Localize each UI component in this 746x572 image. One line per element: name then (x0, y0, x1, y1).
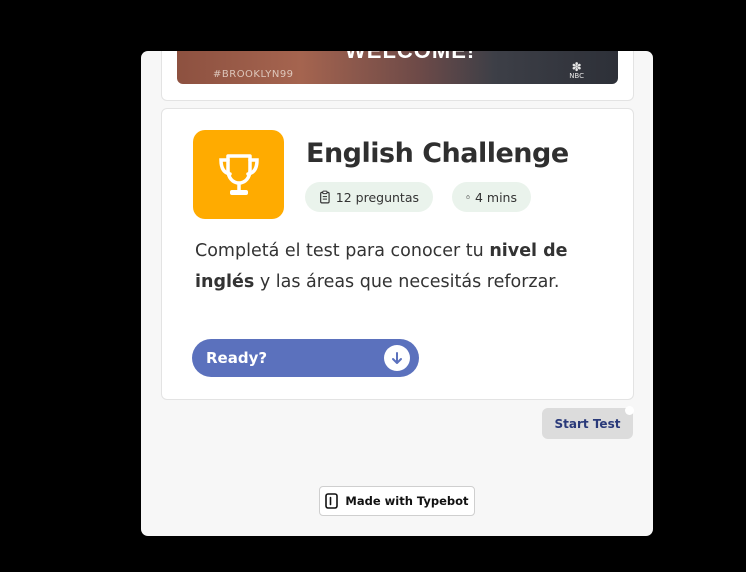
ready-button[interactable]: Ready? (192, 339, 419, 377)
challenge-card: English Challenge 12 preguntas 4 mins Co… (161, 108, 634, 400)
description-text: Completá el test para conocer tu (195, 241, 490, 261)
chat-panel: WELCOME! #BROOKLYN99 ✽ NBC English Chall… (141, 51, 653, 536)
typebot-logo-icon (325, 493, 339, 509)
questions-chip: 12 preguntas (305, 182, 433, 212)
peacock-icon: ✽ (571, 60, 582, 74)
trophy-badge (193, 130, 284, 219)
card-title: English Challenge (306, 138, 569, 169)
media-bubble: WELCOME! #BROOKLYN99 ✽ NBC (161, 51, 634, 101)
arrow-down-icon (392, 352, 402, 364)
start-test-button[interactable]: Start Test (542, 408, 633, 439)
trophy-icon (218, 153, 259, 195)
questions-count: 12 preguntas (335, 189, 419, 205)
notification-dot (625, 406, 634, 415)
description-text-end: y las áreas que necesitás reforzar. (254, 271, 560, 292)
card-description: Completá el test para conocer tu nivel d… (195, 236, 595, 297)
arrow-down-circle (384, 345, 410, 371)
brooklyn99-gif: WELCOME! #BROOKLYN99 ✽ NBC (177, 51, 618, 84)
stopwatch-icon (466, 195, 470, 199)
gif-overlay-text: WELCOME! (345, 51, 475, 64)
duration-chip: 4 mins (452, 182, 531, 212)
duration-value: 4 mins (474, 189, 517, 205)
nbc-logo: ✽ NBC (569, 60, 584, 80)
clipboard-icon (320, 190, 330, 204)
made-with-label: Made with Typebot (345, 494, 469, 508)
gif-hashtag: #BROOKLYN99 (213, 69, 294, 80)
ready-label: Ready? (206, 349, 268, 367)
made-with-typebot-link[interactable]: Made with Typebot (319, 486, 475, 516)
nbc-logo-text: NBC (569, 72, 584, 80)
